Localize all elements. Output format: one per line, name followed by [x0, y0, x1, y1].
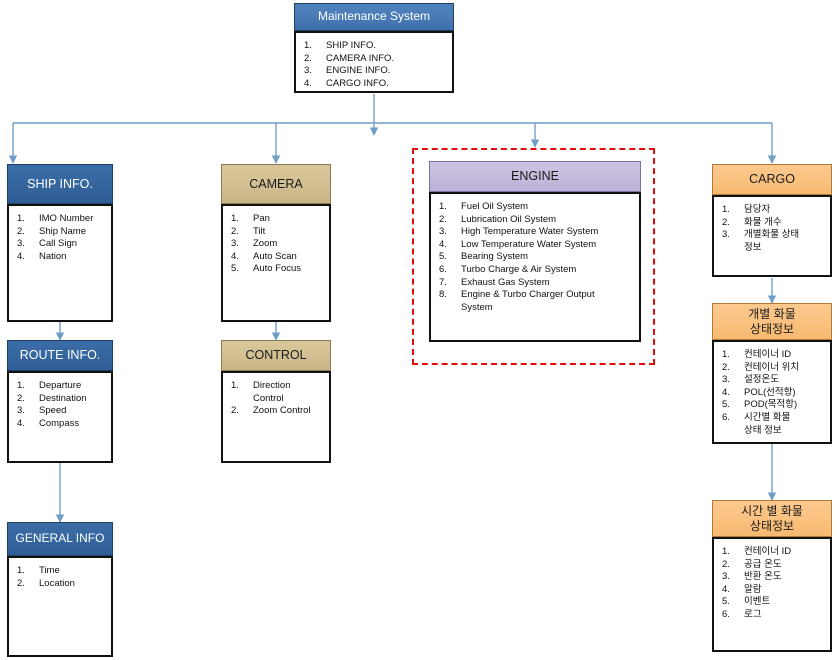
list-item: 2. 공급 온도 — [722, 558, 782, 570]
node-cargo-body: 1. 담당자 2. 화물 개수 3. 개별화물 상태 정보 — [712, 195, 832, 277]
node-route-info-body: 1. Departure 2. Destination 3. Speed 4. Comp… — [7, 371, 113, 463]
list-item: 1. 담당자 — [722, 204, 771, 215]
list-item: 1. IMO Number — [17, 213, 94, 224]
node-engine[interactable]: ENGINE 1. Fuel Oil System 2. Lubrication O… — [429, 161, 641, 342]
node-general-info[interactable]: GENERAL INFO 1. Time 2. Location — [7, 522, 113, 657]
camera-item-list: 1. Pan 2. Tilt 3. Zoom 4. Auto Scan 5. Auto F… — [231, 213, 325, 276]
list-item: 2. 컨테이너 위치 — [722, 361, 800, 373]
list-item: 3. 설정온도 — [722, 374, 779, 386]
node-cargo-time-body: 1. 컨테이너 ID 2. 공급 온도 3. 반환 온도 4. 알람 5. 이벤트 6. 로… — [712, 537, 832, 652]
list-item: 3. Speed — [17, 405, 67, 417]
node-camera-body: 1. Pan 2. Tilt 3. Zoom 4. Auto Scan 5. Auto F… — [221, 204, 331, 322]
cargo-time-item-list: 1. 컨테이너 ID 2. 공급 온도 3. 반환 온도 4. 알람 5. 이벤트 6. 로… — [722, 546, 826, 622]
list-item: 3. 반환 온도 — [722, 571, 782, 583]
node-engine-body: 1. Fuel Oil System 2. Lubrication Oil Syst… — [429, 192, 641, 342]
list-item: 4. 알람 — [722, 583, 762, 595]
list-item: 1. Pan — [231, 213, 270, 224]
node-camera-header: CAMERA — [221, 164, 331, 204]
list-item: 1. 컨테이너 ID — [722, 349, 792, 360]
cargo-detail-item-list: 1. 컨테이너 ID 2. 컨테이너 위치 3. 설정온도 4. POL(선적항) 5.… — [722, 349, 826, 437]
node-maintenance-system-body: 1. SHIP INFO. 2. CAMERA INFO. 3. ENGINE INF… — [294, 31, 454, 93]
list-item: 3. High Temperature Water System — [439, 226, 599, 238]
maintenance-item-list: 1. SHIP INFO. 2. CAMERA INFO. 3. ENGINE INF… — [304, 40, 448, 90]
list-item: 2. Tilt — [231, 225, 266, 237]
engine-highlight-box: ENGINE 1. Fuel Oil System 2. Lubrication O… — [412, 148, 655, 365]
node-control-body: 1. Direction Control 2. Zoom Control — [221, 371, 331, 463]
list-item: 6. Turbo Charge & Air System — [439, 263, 577, 275]
list-item: 2. Destination — [17, 392, 87, 404]
node-control-header: CONTROL — [221, 340, 331, 371]
list-item: 1. 컨테이너 ID — [722, 546, 792, 557]
node-ship-info-header: SHIP INFO. — [7, 164, 113, 204]
list-item: 2. CAMERA INFO. — [304, 52, 395, 64]
list-item: 3. Call Sign — [17, 238, 78, 250]
node-camera[interactable]: CAMERA 1. Pan 2. Tilt 3. Zoom 4. Auto Scan 5… — [221, 164, 331, 322]
list-item: 2. Lubrication Oil System — [439, 213, 557, 225]
node-maintenance-system-header: Maintenance System — [294, 3, 454, 31]
list-item: 4. POL(선적항) — [722, 386, 796, 398]
diagram-canvas: Maintenance System 1. SHIP INFO. 2. CAMERA… — [0, 0, 840, 660]
node-cargo-time-header: 시간 별 화물 상태정보 — [712, 500, 832, 537]
list-item: 4. Compass — [17, 417, 80, 429]
list-item: 6. 시간별 화물 상태 정보 — [722, 411, 791, 436]
list-item: 4. CARGO INFO. — [304, 77, 389, 89]
node-cargo-header: CARGO — [712, 164, 832, 195]
list-item: 5. Auto Focus — [231, 263, 302, 275]
node-general-info-header: GENERAL INFO — [7, 522, 113, 556]
list-item: 5. POD(목적항) — [722, 399, 798, 411]
node-route-info[interactable]: ROUTE INFO. 1. Departure 2. Destination 3.… — [7, 340, 113, 463]
list-item: 2. Zoom Control — [231, 405, 311, 417]
node-ship-info[interactable]: SHIP INFO. 1. IMO Number 2. Ship Name 3. Ca… — [7, 164, 113, 322]
node-cargo[interactable]: CARGO 1. 담당자 2. 화물 개수 3. 개별화물 상태 정보 — [712, 164, 832, 277]
node-maintenance-system[interactable]: Maintenance System 1. SHIP INFO. 2. CAMERA… — [294, 3, 454, 93]
node-general-info-body: 1. Time 2. Location — [7, 556, 113, 657]
list-item: 8. Engine & Turbo Charger Output System — [439, 289, 595, 313]
list-item: 1. SHIP INFO. — [304, 40, 376, 51]
list-item: 4. Auto Scan — [231, 250, 297, 262]
ship-info-item-list: 1. IMO Number 2. Ship Name 3. Call Sign 4. N… — [17, 213, 107, 263]
node-cargo-detail-header: 개별 화물 상태정보 — [712, 303, 832, 340]
list-item: 1. Departure — [17, 380, 82, 391]
list-item: 4. Nation — [17, 250, 67, 262]
node-cargo-detail[interactable]: 개별 화물 상태정보 1. 컨테이너 ID 2. 컨테이너 위치 3. 설정온도 4.… — [712, 303, 832, 444]
list-item: 7. Exhaust Gas System — [439, 276, 550, 288]
list-item: 2. Ship Name — [17, 225, 86, 237]
list-item: 3. 개별화물 상태 정보 — [722, 229, 800, 253]
node-control[interactable]: CONTROL 1. Direction Control 2. Zoom Contr… — [221, 340, 331, 463]
node-ship-info-body: 1. IMO Number 2. Ship Name 3. Call Sign 4. N… — [7, 204, 113, 322]
list-item: 1. Time — [17, 565, 60, 576]
list-item: 5. Bearing System — [439, 251, 529, 263]
list-item: 3. ENGINE INFO. — [304, 65, 391, 77]
node-route-info-header: ROUTE INFO. — [7, 340, 113, 371]
list-item: 6. 로그 — [722, 608, 762, 620]
route-info-item-list: 1. Departure 2. Destination 3. Speed 4. Comp… — [17, 380, 107, 430]
list-item: 1. Fuel Oil System — [439, 201, 529, 212]
node-cargo-time[interactable]: 시간 별 화물 상태정보 1. 컨테이너 ID 2. 공급 온도 3. 반환 온도 4… — [712, 500, 832, 652]
node-cargo-detail-body: 1. 컨테이너 ID 2. 컨테이너 위치 3. 설정온도 4. POL(선적항) 5.… — [712, 340, 832, 444]
engine-item-list: 1. Fuel Oil System 2. Lubrication Oil Syst… — [439, 201, 635, 314]
list-item: 2. 화물 개수 — [722, 216, 782, 228]
cargo-item-list: 1. 담당자 2. 화물 개수 3. 개별화물 상태 정보 — [722, 204, 826, 254]
list-item: 3. Zoom — [231, 238, 278, 250]
list-item: 4. Low Temperature Water System — [439, 238, 597, 250]
list-item: 5. 이벤트 — [722, 596, 771, 608]
list-item: 2. Location — [17, 577, 75, 589]
list-item: 1. Direction Control — [231, 380, 291, 404]
node-engine-header: ENGINE — [429, 161, 641, 192]
control-item-list: 1. Direction Control 2. Zoom Control — [231, 380, 325, 418]
general-info-item-list: 1. Time 2. Location — [17, 565, 107, 590]
